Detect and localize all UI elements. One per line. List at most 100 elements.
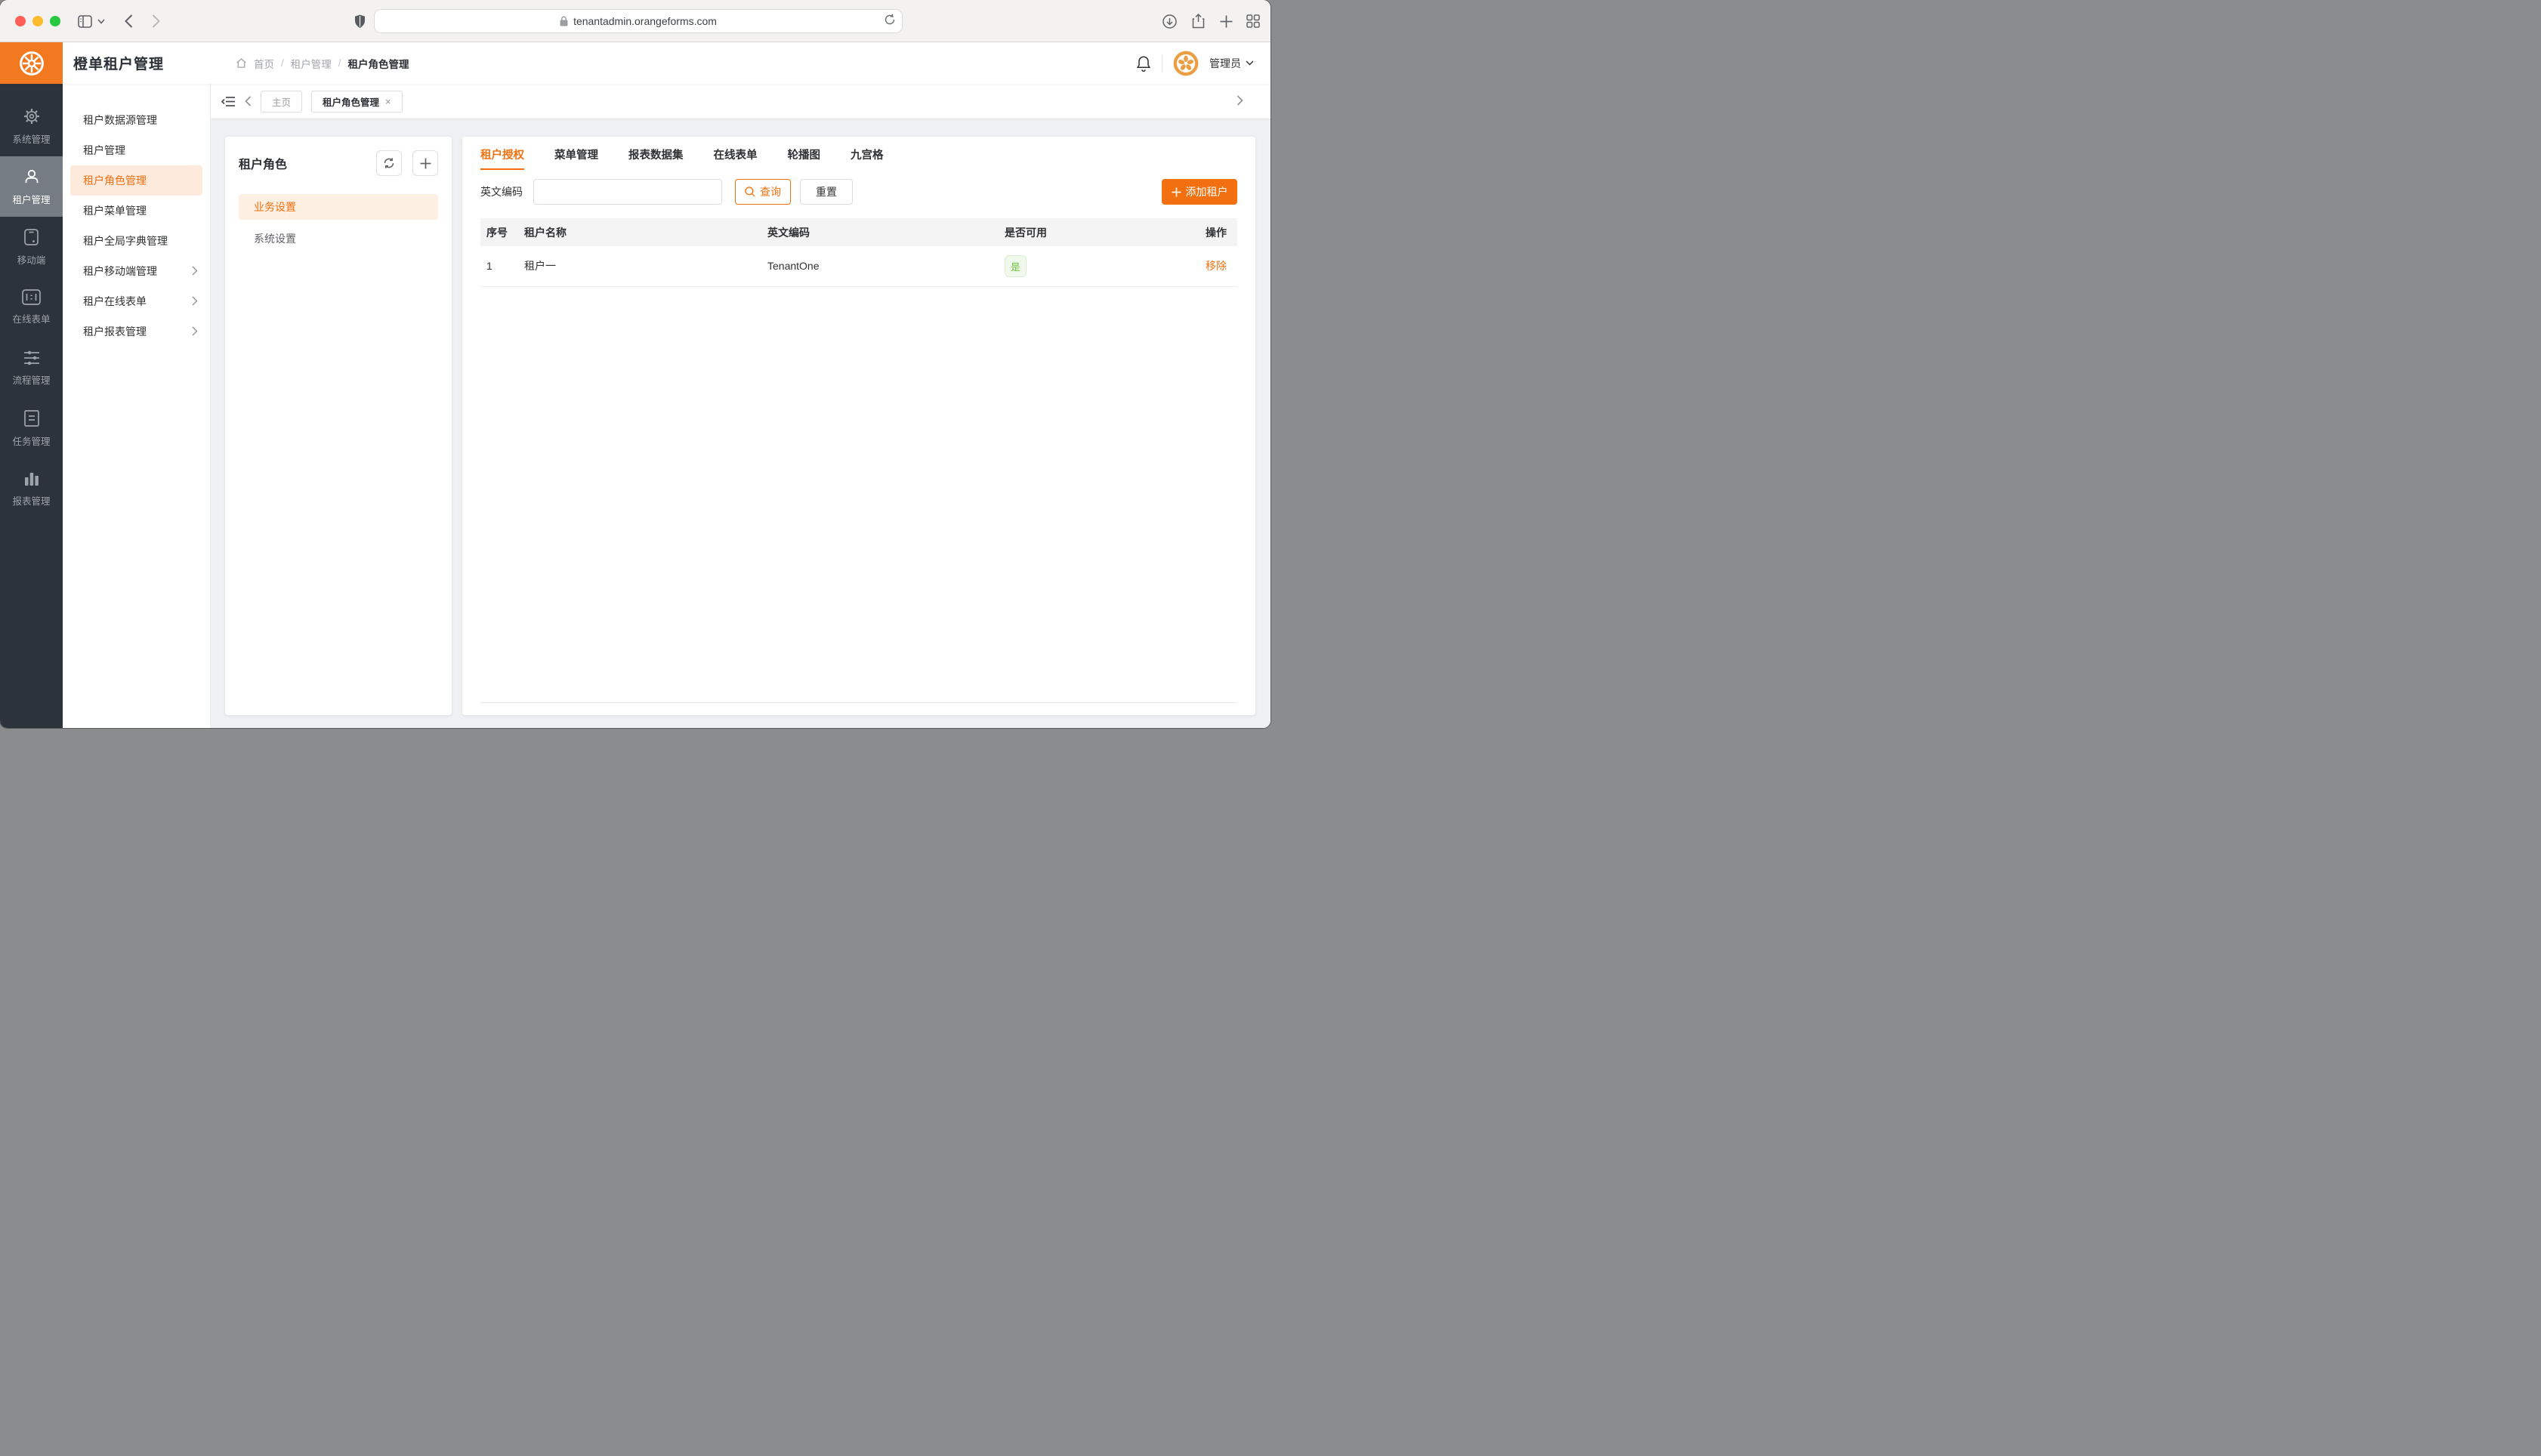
sidebar-item-report[interactable]: 报表管理 [0, 458, 63, 519]
sidebar-toggle-icon[interactable] [74, 11, 95, 32]
sidebar-item-online-form[interactable]: 在线表单 [0, 277, 63, 338]
menu-item-tenant-online-form[interactable]: 租户在线表单 [63, 286, 210, 316]
breadcrumb-tenant[interactable]: 租户管理 [291, 56, 332, 71]
table-row: 1 租户一 TenantOne 是 移除 [480, 246, 1237, 286]
tab-chip-label: 主页 [272, 94, 291, 109]
chevron-down-icon[interactable] [95, 11, 107, 32]
menu-item-label: 租户移动端管理 [83, 265, 157, 277]
chevron-right-icon [192, 296, 198, 306]
sidebar-item-label: 系统管理 [12, 131, 50, 146]
tab-chip-home[interactable]: 主页 [261, 91, 302, 113]
role-item-system[interactable]: 系统设置 [239, 226, 438, 251]
table-header-row: 序号 租户名称 英文编码 是否可用 操作 [480, 218, 1237, 246]
add-tenant-label: 添加租户 [1186, 184, 1228, 199]
reset-button-label: 重置 [816, 184, 837, 199]
chevron-down-icon [1246, 60, 1254, 66]
refresh-button[interactable] [376, 150, 402, 176]
cell-english-code: TenantOne [761, 246, 999, 286]
back-icon[interactable] [118, 11, 139, 32]
share-icon[interactable] [1187, 11, 1209, 32]
bell-icon[interactable] [1136, 55, 1151, 72]
traffic-lights[interactable] [15, 16, 60, 26]
minimize-window-button[interactable] [32, 16, 43, 26]
user-menu[interactable]: 管理员 [1209, 56, 1254, 71]
page-title: 橙单租户管理 [73, 42, 164, 84]
role-panel: 租户角色 业务设置 系统设置 [225, 137, 452, 715]
breadcrumb: 首页 / 租户管理 / 租户角色管理 [236, 42, 409, 84]
privacy-shield-icon[interactable] [349, 11, 370, 32]
content-tabs: 租户授权 菜单管理 报表数据集 在线表单 轮播图 九宫格 [480, 137, 1237, 170]
bar-chart-icon [23, 470, 40, 487]
role-panel-title: 租户角色 [239, 154, 287, 172]
chevron-right-icon [192, 326, 198, 336]
sidebar-item-tenant[interactable]: 租户管理 [0, 156, 63, 217]
menu-item-tenant-mobile[interactable]: 租户移动端管理 [63, 256, 210, 286]
menu-item-label: 租户管理 [83, 144, 125, 156]
add-role-button[interactable] [412, 150, 438, 176]
breadcrumb-current: 租户角色管理 [348, 56, 409, 71]
query-button[interactable]: 查询 [735, 179, 791, 205]
tab-grid-nine[interactable]: 九宫格 [851, 147, 884, 170]
address-bar[interactable]: tenantadmin.orangeforms.com [374, 9, 903, 33]
sidebar-item-label: 在线表单 [12, 311, 50, 325]
add-tenant-button[interactable]: 添加租户 [1162, 179, 1237, 205]
menu-item-tenant-menu[interactable]: 租户菜单管理 [63, 196, 210, 226]
menu-item-tenant-report[interactable]: 租户报表管理 [63, 316, 210, 347]
reload-icon[interactable] [885, 14, 895, 26]
role-item-label: 系统设置 [254, 233, 296, 245]
menu-item-label: 租户报表管理 [83, 325, 147, 338]
avatar[interactable] [1173, 51, 1199, 76]
app-logo[interactable] [0, 42, 63, 84]
form-icon [22, 289, 41, 305]
tab-label: 轮播图 [788, 150, 821, 162]
sidebar-item-label: 流程管理 [12, 372, 50, 387]
col-index: 序号 [480, 218, 518, 246]
tab-carousel[interactable]: 轮播图 [788, 147, 821, 170]
search-field-label: 英文编码 [480, 184, 523, 199]
reset-button[interactable]: 重置 [800, 179, 853, 205]
tab-menu-manage[interactable]: 菜单管理 [554, 147, 598, 170]
breadcrumb-home[interactable]: 首页 [254, 56, 274, 71]
remove-link[interactable]: 移除 [1206, 260, 1227, 272]
breadcrumb-separator: / [338, 57, 341, 69]
close-window-button[interactable] [15, 16, 26, 26]
tab-chip-tenant-role[interactable]: 租户角色管理 × [311, 91, 403, 113]
tabs-scroll-left-icon[interactable] [245, 96, 252, 106]
tab-overview-icon[interactable] [1243, 11, 1264, 32]
status-badge: 是 [1005, 255, 1027, 277]
sidebar-item-system[interactable]: 系统管理 [0, 96, 63, 156]
downloads-icon[interactable] [1159, 11, 1180, 32]
menu-item-tenant[interactable]: 租户管理 [63, 135, 210, 165]
primary-sidebar: 系统管理 租户管理 移动端 在线表单 流程管理 任务管理 报表管理 [0, 84, 63, 728]
plus-icon [1172, 187, 1181, 197]
tab-tenant-auth[interactable]: 租户授权 [480, 147, 524, 170]
menu-fold-icon[interactable] [221, 95, 236, 108]
tab-online-form[interactable]: 在线表单 [714, 147, 758, 170]
tab-label: 九宫格 [851, 150, 884, 162]
cell-tenant-name: 租户一 [518, 246, 761, 286]
forward-icon[interactable] [145, 11, 166, 32]
sidebar-item-workflow[interactable]: 流程管理 [0, 338, 63, 398]
col-english-code: 英文编码 [761, 218, 999, 246]
task-icon [23, 409, 40, 427]
menu-item-tenant-role[interactable]: 租户角色管理 [70, 165, 202, 196]
tabs-scroll-right-icon[interactable] [1237, 95, 1243, 106]
query-button-label: 查询 [760, 184, 781, 199]
chevron-right-icon [192, 266, 198, 276]
sidebar-item-label: 移动端 [17, 252, 46, 267]
cell-available: 是 [999, 246, 1198, 286]
secondary-menu: 租户数据源管理 租户管理 租户角色管理 租户菜单管理 租户全局字典管理 租户移动… [63, 84, 211, 728]
english-code-input[interactable] [533, 179, 722, 205]
sidebar-item-task[interactable]: 任务管理 [0, 398, 63, 458]
menu-item-datasource[interactable]: 租户数据源管理 [63, 105, 210, 135]
role-item-business[interactable]: 业务设置 [239, 194, 438, 220]
url-text: tenantadmin.orangeforms.com [573, 15, 717, 27]
menu-item-global-dict[interactable]: 租户全局字典管理 [63, 226, 210, 256]
zoom-window-button[interactable] [50, 16, 60, 26]
close-tab-icon[interactable]: × [385, 96, 391, 107]
tenant-table: 序号 租户名称 英文编码 是否可用 操作 1 租户一 TenantOne 是 [480, 218, 1237, 287]
menu-item-label: 租户角色管理 [83, 174, 147, 187]
sidebar-item-mobile[interactable]: 移动端 [0, 217, 63, 277]
new-tab-icon[interactable] [1215, 11, 1237, 32]
tab-report-dataset[interactable]: 报表数据集 [628, 147, 684, 170]
